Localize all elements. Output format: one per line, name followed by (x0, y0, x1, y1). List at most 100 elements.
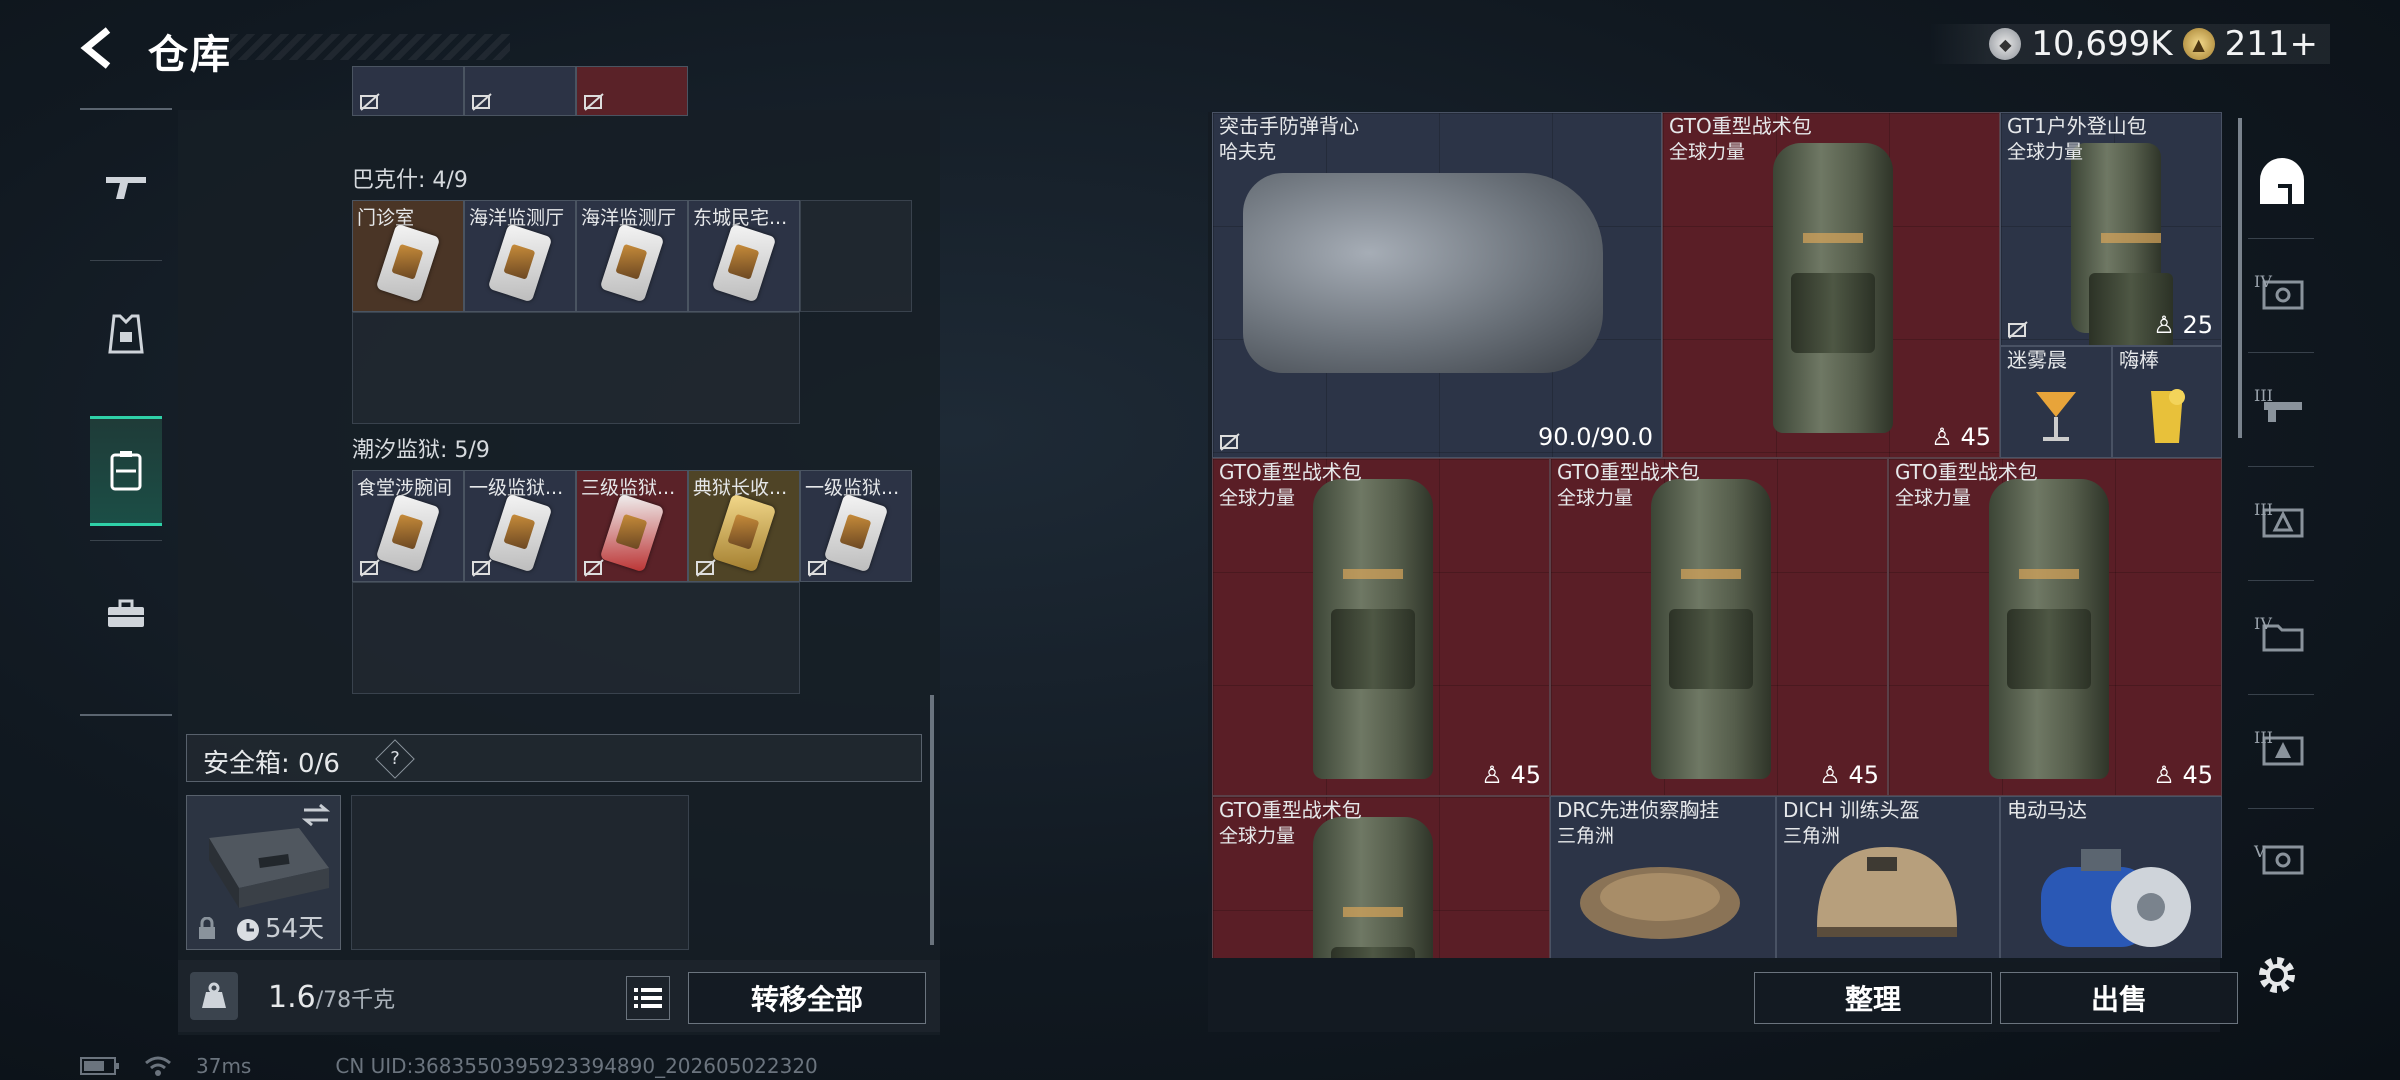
nav-weapons[interactable] (90, 136, 162, 240)
keycard-item[interactable]: 三级监狱... (576, 470, 688, 582)
ping: 37ms (196, 1054, 252, 1078)
nav-storage[interactable] (90, 416, 162, 526)
capacity: ♙ 45 (2153, 761, 2213, 789)
safe-box-label: 安全箱: 0/6 (203, 749, 340, 779)
battery-icon (80, 1057, 119, 1075)
armor-icon (108, 314, 144, 354)
toolbox-icon (108, 599, 144, 627)
safe-box-item[interactable]: 54天 (186, 795, 341, 950)
settings-button[interactable] (2254, 952, 2304, 1002)
empty-slot-row[interactable] (352, 582, 800, 694)
swap-icon[interactable] (300, 802, 332, 828)
durability: 90.0/90.0 (1538, 423, 1653, 451)
capacity: ♙ 45 (1931, 423, 1991, 451)
stash-grid: 突击手防弹背心 哈夫克 90.0/90.0 GTO重型战术包 全球力量 ♙ 45… (1212, 112, 2222, 958)
sort-button[interactable]: 整理 (1754, 972, 1992, 1024)
stash-item-backpack[interactable]: GTO重型战术包 全球力量 ♙ 45 (1212, 458, 1550, 796)
help-button[interactable]: ? (375, 739, 415, 779)
chest-rig-icon (1580, 867, 1740, 939)
helmet-icon (1817, 847, 1957, 937)
currency-bar: ◆ 10,699K ▲ 211+ (1929, 24, 2330, 64)
storage-icon (110, 451, 142, 491)
safe-empty-slots[interactable] (351, 795, 689, 950)
empty-slot-row[interactable] (352, 312, 800, 424)
no-bind-icon (360, 559, 380, 577)
gold-coin-icon: ▲ (2182, 28, 2215, 60)
silver-amount: 10,699K (2031, 24, 2173, 64)
left-scrollbar[interactable] (930, 695, 934, 945)
back-button[interactable] (78, 26, 122, 70)
nav-tab-4[interactable]: IV (2244, 586, 2320, 686)
no-bind-icon (2008, 321, 2028, 339)
item-slot[interactable] (464, 66, 576, 116)
nav-tab-3[interactable]: III (2244, 472, 2320, 572)
drink-glass-icon (2151, 389, 2185, 443)
nav-tab-5[interactable]: III (2244, 700, 2320, 800)
lock-icon (199, 917, 215, 939)
nav-armor[interactable] (90, 282, 162, 386)
title-decoration (230, 34, 510, 60)
keycard-item[interactable]: 一级监狱... (464, 470, 576, 582)
group-title: 巴克什: 4/9 (352, 168, 468, 193)
clock-icon (237, 919, 259, 941)
no-bind-icon (360, 93, 380, 111)
nav-toolbox[interactable] (90, 562, 162, 666)
capacity: ♙ 25 (2153, 311, 2213, 339)
no-bind-icon (696, 559, 716, 577)
gold-amount: 211+ (2224, 24, 2318, 64)
keycard-item[interactable]: 食堂涉腕间 (352, 470, 464, 582)
weight-icon (190, 972, 238, 1020)
keycard-item[interactable]: 海洋监测厅 (576, 200, 688, 312)
sell-button[interactable]: 出售 (2000, 972, 2238, 1024)
group-title: 潮汐监狱: 5/9 (352, 438, 490, 463)
user-uid: CN UID:3683550395923394890_202605022320 (335, 1054, 818, 1078)
stash-item-backpack[interactable]: GTO重型战术包 全球力量 (1212, 796, 1550, 958)
no-bind-icon (584, 93, 604, 111)
no-bind-icon (1220, 433, 1240, 451)
motor-icon (2041, 849, 2191, 947)
stash-item-backpack[interactable]: GTO重型战术包 全球力量 ♙ 45 (1662, 112, 2000, 458)
nav-stash-all[interactable] (2244, 132, 2320, 232)
keycard-item[interactable]: 一级监狱... (800, 470, 912, 582)
list-view-button[interactable] (626, 976, 670, 1020)
keycard-item[interactable]: 门诊室 (352, 200, 464, 312)
nav-tab-6[interactable]: V (2244, 814, 2320, 904)
nav-tab-2[interactable]: III (2244, 358, 2320, 458)
keycard-item[interactable]: 东城民宅... (688, 200, 800, 312)
no-bind-icon (472, 93, 492, 111)
transfer-all-button[interactable]: 转移全部 (688, 972, 926, 1024)
weight-readout: 1.6/78千克 (268, 980, 396, 1015)
gear-icon (2259, 957, 2295, 993)
chevron-left-icon (80, 27, 111, 69)
stash-item-backpack[interactable]: GTO重型战术包 全球力量 ♙ 45 (1550, 458, 1888, 796)
stash-item-backpack[interactable]: GTO重型战术包 全球力量 ♙ 45 (1888, 458, 2222, 796)
stash-item-drink[interactable]: 迷雾晨 (2000, 346, 2112, 458)
stash-item-motor[interactable]: 电动马达 (2000, 796, 2222, 958)
house-icon (2260, 158, 2304, 204)
right-nav: IV III III IV III V (2238, 120, 2326, 900)
stash-item-helmet[interactable]: DICH 训练头盔 三角洲 (1776, 796, 2000, 958)
left-footer: 1.6/78千克 转移全部 (178, 960, 940, 1032)
capacity: ♙ 45 (1819, 761, 1879, 789)
safe-timer: 54天 (265, 914, 325, 944)
item-slot[interactable] (352, 66, 464, 116)
stash-item-vest[interactable]: 突击手防弹背心 哈夫克 90.0/90.0 (1212, 112, 1662, 458)
item-slot[interactable] (576, 66, 688, 116)
page-title: 仓库 (148, 32, 232, 78)
nav-tab-1[interactable]: IV (2244, 244, 2320, 344)
list-icon (634, 988, 662, 1008)
keycard-item[interactable]: 典狱长收... (688, 470, 800, 582)
stash-item-chest-rig[interactable]: DRC先进侦察胸挂 三角洲 (1550, 796, 1776, 958)
right-footer: 整理 出售 (1208, 960, 2238, 1032)
status-bar: 37ms CN UID:3683550395923394890_20260502… (80, 1054, 818, 1078)
stash-item-drink[interactable]: 嗨棒 (2112, 346, 2222, 458)
keycard-item[interactable]: 海洋监测厅 (464, 200, 576, 312)
safe-box-bar: 安全箱: 0/6 ? (186, 734, 922, 782)
no-bind-icon (584, 559, 604, 577)
left-nav (80, 108, 172, 716)
gun-icon (106, 177, 146, 199)
no-bind-icon (472, 559, 492, 577)
empty-slot[interactable] (800, 200, 912, 312)
wifi-icon (145, 1056, 171, 1076)
stash-item-backpack[interactable]: GT1户外登山包 全球力量 ♙ 25 (2000, 112, 2222, 346)
